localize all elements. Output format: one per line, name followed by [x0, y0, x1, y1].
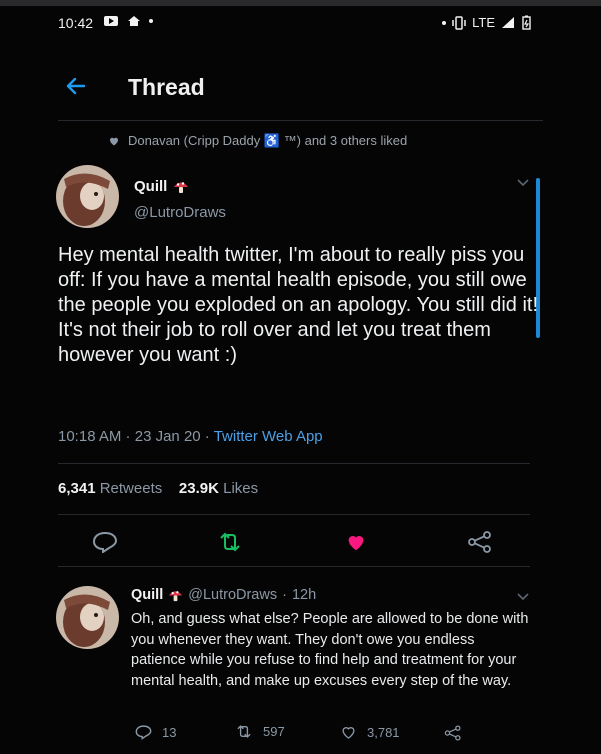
chevron-down-icon[interactable]: [516, 592, 530, 602]
mushroom-emoji-icon: [169, 590, 183, 601]
meta-divider: [58, 463, 530, 464]
avatar[interactable]: [56, 586, 119, 649]
like-count: 3,781: [367, 724, 400, 740]
reply-author-name[interactable]: Quill: [131, 587, 163, 603]
actions-divider: [58, 566, 530, 567]
header-divider: [58, 120, 543, 121]
status-time: 10:42: [58, 15, 94, 31]
chevron-down-icon[interactable]: [516, 178, 530, 188]
retweet-icon: [237, 725, 251, 738]
back-arrow-icon[interactable]: [62, 72, 90, 100]
battery-icon: [522, 15, 531, 30]
mushroom-emoji-icon: [174, 181, 189, 193]
tweet-timestamp: 10:18 AM · 23 Jan 20 · Twitter Web App: [58, 428, 323, 445]
likes-stat[interactable]: 23.9K Likes: [179, 480, 258, 497]
reply-age: 12h: [291, 587, 317, 603]
liked-by-text: Donavan (Cripp Daddy ♿ ™) and 3 others l…: [128, 133, 408, 148]
vibrate-icon: [452, 15, 466, 30]
reply-count: 13: [162, 724, 177, 740]
signal-icon: [502, 17, 514, 28]
reply-text: Oh, and guess what else? People are allo…: [131, 611, 529, 689]
reply-author-handle[interactable]: @LutroDraws: [188, 587, 277, 603]
status-notification-icons: [103, 15, 153, 27]
status-bar: 10:42 LTE: [0, 8, 601, 38]
stats-divider: [58, 514, 530, 515]
tweet-author-handle[interactable]: @LutroDraws: [134, 204, 226, 221]
tweet-source-app[interactable]: Twitter Web App: [214, 428, 323, 445]
avatar[interactable]: [56, 165, 119, 228]
reply-header: Quill @LutroDraws · 12h: [131, 587, 316, 603]
share-icon[interactable]: [467, 531, 493, 553]
status-system-icons: LTE: [442, 15, 531, 30]
tweet-text: Hey mental health twitter, I'm about to …: [58, 244, 538, 366]
tweet-author-name[interactable]: Quill: [134, 178, 189, 195]
avatar-image: [56, 586, 119, 649]
tweet-time: 10:18 AM: [58, 428, 122, 445]
separator-dot: ·: [282, 587, 287, 603]
page-title: Thread: [128, 74, 205, 100]
network-label: LTE: [472, 15, 495, 30]
reply-icon: [135, 725, 152, 740]
tweet-date: 23 Jan 20: [134, 428, 201, 445]
heart-icon: [342, 727, 355, 739]
app-frame: 10:42 LTE Thread Donavan (Cripp Daddy ♿ …: [0, 0, 601, 754]
share-icon[interactable]: [444, 725, 462, 741]
avatar-image: [56, 165, 119, 228]
dot-icon: [442, 20, 447, 25]
home-icon: [128, 16, 140, 26]
reply-retweet-button[interactable]: 597: [235, 724, 285, 739]
liked-by-banner[interactable]: Donavan (Cripp Daddy ♿ ™) and 3 others l…: [108, 133, 407, 149]
tweet-action-bar: [0, 525, 601, 559]
heart-icon: [110, 137, 118, 146]
reply-like-button[interactable]: 3,781: [340, 724, 400, 740]
reply-reply-button[interactable]: 13: [135, 724, 176, 740]
window-top-border: [0, 0, 601, 6]
retweet-icon[interactable]: [217, 531, 243, 553]
retweet-count: 597: [263, 724, 285, 739]
tweet-stats: 6,341 Retweets 23.9K Likes: [58, 480, 258, 497]
thread-header: Thread: [0, 60, 601, 118]
heart-icon[interactable]: [343, 531, 369, 553]
reply-icon[interactable]: [92, 531, 118, 553]
dot-icon: [149, 19, 153, 23]
cast-icon: [104, 16, 118, 26]
retweets-stat[interactable]: 6,341 Retweets: [58, 480, 162, 497]
